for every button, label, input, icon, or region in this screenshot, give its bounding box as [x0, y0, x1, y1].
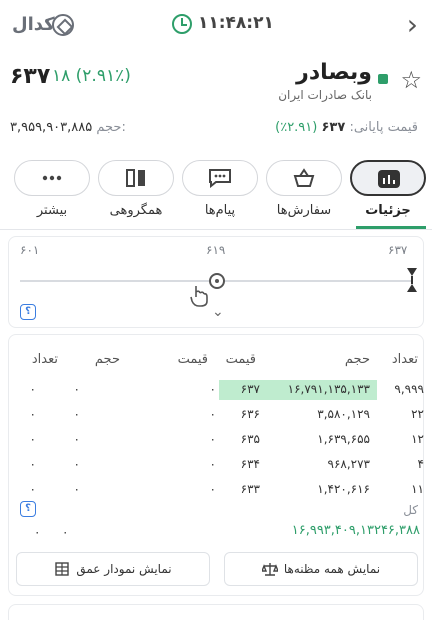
buy-count: ۱۲ — [411, 432, 424, 446]
expand-chevron-icon[interactable]: ⌄ — [212, 304, 224, 320]
order-book-row[interactable]: ۲۲ ۳,۵۸۰,۱۲۹ ۶۳۶ ۰ ۰ ۰ — [16, 405, 424, 425]
header-buy-count: تعداد — [391, 352, 418, 367]
volume-info: ۳,۹۵۹,۹۰۳,۸۸۵ حجم: — [10, 120, 126, 135]
buy-price: ۶۳۵ — [240, 432, 260, 446]
header-sell-price: قیمت — [177, 352, 208, 367]
tab-orders-button[interactable] — [266, 160, 342, 196]
last-price: ۶۳۷ — [10, 64, 51, 89]
tabs-divider — [0, 229, 432, 230]
tab-peers[interactable]: همگروهی — [94, 203, 178, 218]
order-book-row[interactable]: ۴ ۹۶۸,۲۷۳ ۶۳۴ ۰ ۰ ۰ — [16, 455, 424, 475]
buy-price: ۶۳۶ — [240, 407, 260, 421]
total-sell-count: ۰ — [34, 525, 41, 539]
buy-volume: ۱۶,۷۹۱,۱۳۵,۱۳۳ — [287, 382, 370, 396]
tab-messages-button[interactable] — [182, 160, 258, 196]
sell-count: ۰ — [29, 482, 36, 496]
back-chevron-icon[interactable]: › — [407, 8, 418, 41]
show-depth-chart-label: نمایش نمودار عمق — [76, 562, 172, 576]
range-thumb-dot — [215, 279, 219, 283]
sell-price: ۰ — [209, 482, 216, 496]
close-price-label: قیمت پایانی: — [349, 120, 418, 135]
top-bar: کدال ۱۱:۴۸:۲۱ › — [0, 0, 432, 52]
range-mid: ۶۱۹ — [206, 243, 226, 257]
range-high: ۶۳۷ — [388, 243, 408, 257]
more-dots-icon — [42, 175, 62, 181]
order-book-row[interactable]: ۱۱ ۱,۴۲۰,۶۱۶ ۶۳۳ ۰ ۰ ۰ — [16, 480, 424, 500]
volume-value: ۳,۹۵۹,۹۰۳,۸۸۵ — [10, 120, 93, 135]
show-all-suspects-label: نمایش همه مظنه‌ها — [283, 562, 381, 576]
buy-price: ۶۳۴ — [240, 457, 260, 471]
sell-price: ۰ — [209, 457, 216, 471]
sell-volume: ۰ — [73, 407, 80, 421]
tab-more-button[interactable] — [14, 160, 90, 196]
next-section-card — [8, 604, 424, 620]
close-price-info: قیمت پایانی: ۶۳۷ (۲.۹۱٪) — [275, 120, 418, 135]
watchlist-star-icon[interactable]: ☆ — [400, 66, 422, 94]
codal-link[interactable]: کدال — [12, 14, 55, 35]
sell-count: ۰ — [29, 457, 36, 471]
status-dot-icon — [378, 74, 388, 84]
total-sell-volume: ۰ — [62, 525, 69, 539]
buy-count: ۲۲ — [411, 407, 424, 421]
bar-chart-icon — [378, 170, 400, 188]
header-sell-count: تعداد — [31, 352, 58, 367]
header-buy-volume: حجم — [344, 352, 370, 367]
change-value: ۱۸ — [52, 66, 71, 86]
chat-icon — [209, 169, 231, 188]
total-label: کل — [403, 503, 418, 517]
volume-label: حجم: — [96, 120, 126, 135]
header-sell-volume: حجم — [94, 352, 120, 367]
buy-volume: ۱,۴۲۰,۶۱۶ — [317, 482, 370, 496]
show-all-suspects-button[interactable]: نمایش همه مظنه‌ها — [224, 552, 418, 586]
sell-price: ۰ — [209, 407, 216, 421]
tab-details[interactable]: جزئیات — [346, 203, 430, 218]
buy-count: ۴ — [417, 457, 424, 471]
buy-volume: ۳,۵۸۰,۱۲۹ — [317, 407, 370, 421]
total-buy: ۱۶,۹۹۳,۴۰۹,۱۳۲۴۶,۳۸۸ — [291, 523, 420, 538]
buy-price: ۶۳۳ — [240, 482, 260, 496]
sell-price: ۰ — [209, 432, 216, 446]
target-icon[interactable] — [52, 14, 74, 36]
sell-volume: ۰ — [73, 382, 80, 396]
tab-orders[interactable]: سفارش‌ها — [262, 203, 346, 218]
clock-icon — [172, 14, 192, 34]
show-depth-chart-button[interactable]: نمایش نمودار عمق — [16, 552, 210, 586]
orderbook-help-icon[interactable]: ؟ — [20, 501, 36, 517]
sell-volume: ۰ — [73, 432, 80, 446]
buy-volume: ۹۶۸,۲۷۳ — [327, 457, 371, 471]
buy-price: ۶۳۷ — [240, 382, 260, 396]
sell-count: ۰ — [29, 407, 36, 421]
high-marker-icon — [407, 268, 417, 292]
close-price-percent: (۲.۹۱٪) — [275, 120, 318, 135]
scale-icon — [261, 563, 278, 576]
symbol-name: وبصادر — [296, 60, 372, 85]
depth-chart-icon — [55, 562, 70, 576]
tab-messages[interactable]: پیام‌ها — [178, 203, 262, 218]
range-help-icon[interactable]: ؟ — [20, 304, 36, 320]
price-change: ۱۸ (۲.۹۱٪) — [52, 66, 131, 86]
sell-count: ۰ — [29, 432, 36, 446]
sell-price: ۰ — [209, 382, 216, 396]
tab-more[interactable]: بیشتر — [10, 203, 94, 218]
sell-count: ۰ — [29, 382, 36, 396]
company-name: بانک صادرات ایران — [278, 88, 372, 102]
basket-icon — [293, 168, 315, 187]
sell-volume: ۰ — [73, 457, 80, 471]
market-time: ۱۱:۴۸:۲۱ — [198, 13, 274, 33]
sell-volume: ۰ — [73, 482, 80, 496]
change-percent: (۲.۹۱٪) — [75, 66, 131, 86]
buy-count: ۹,۹۹۹ — [394, 382, 424, 396]
range-low: ۶۰۱ — [20, 243, 40, 257]
buy-count: ۱۱ — [411, 482, 424, 496]
tab-details-button[interactable] — [350, 160, 426, 196]
order-book-row[interactable]: ۱۲ ۱,۶۳۹,۶۵۵ ۶۳۵ ۰ ۰ ۰ — [16, 430, 424, 450]
close-price-value: ۶۳۷ — [321, 120, 346, 135]
header-buy-price: قیمت — [225, 352, 256, 367]
tab-peers-button[interactable] — [98, 160, 174, 196]
hand-pointer-icon — [190, 286, 208, 307]
compare-icon — [126, 169, 145, 187]
order-book-row[interactable]: ۹,۹۹۹ ۱۶,۷۹۱,۱۳۵,۱۳۳ ۶۳۷ ۰ ۰ ۰ — [16, 380, 424, 400]
buy-volume: ۱,۶۳۹,۶۵۵ — [317, 432, 370, 446]
